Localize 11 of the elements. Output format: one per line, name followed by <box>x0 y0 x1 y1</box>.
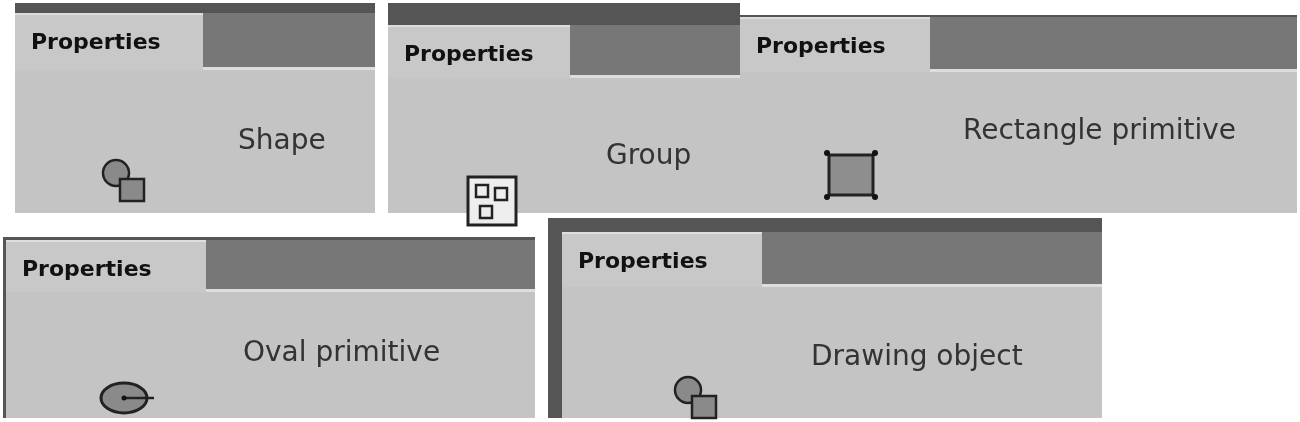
properties-tab[interactable]: Properties <box>740 17 930 72</box>
properties-tab[interactable]: Properties <box>15 13 203 70</box>
object-type-label: Drawing object <box>811 339 1023 372</box>
properties-tab[interactable]: Properties <box>6 240 206 292</box>
object-type-label: Group <box>606 138 692 171</box>
object-type-label: Rectangle primitive <box>963 113 1237 146</box>
group-icon <box>466 175 518 227</box>
object-type-label: Oval primitive <box>243 335 441 368</box>
properties-tab[interactable]: Properties <box>562 232 762 287</box>
properties-tab[interactable]: Properties <box>388 25 570 78</box>
object-type-label: Shape <box>238 123 326 156</box>
